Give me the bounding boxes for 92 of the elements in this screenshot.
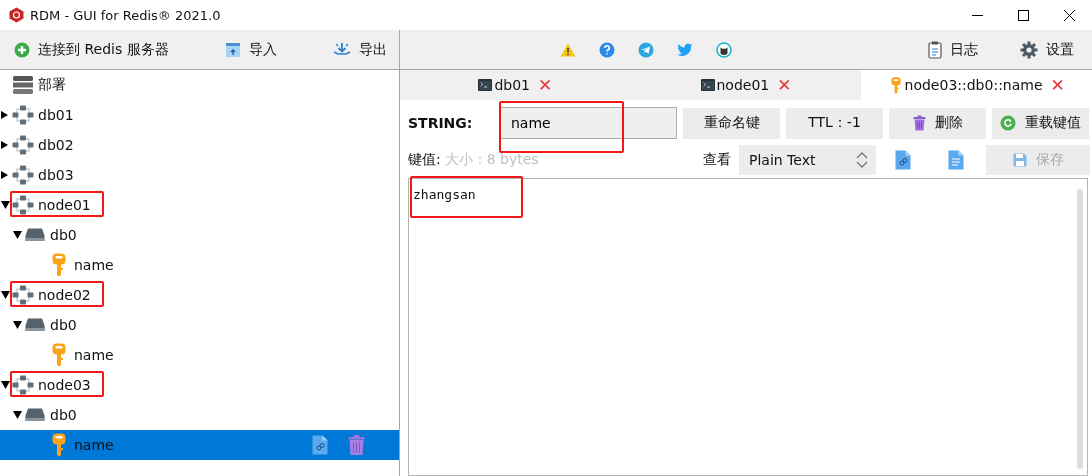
tree-item[interactable]: db03 <box>0 160 399 190</box>
document-link-icon[interactable] <box>312 435 328 455</box>
expanded-arrow-icon[interactable] <box>0 201 10 209</box>
tree-item[interactable]: node01 <box>0 190 399 220</box>
network-icon <box>12 135 34 155</box>
cat-circle-icon[interactable] <box>716 41 732 58</box>
view-label: 查看 <box>703 151 731 169</box>
view-mode-select[interactable]: Plain Text <box>739 145 876 175</box>
paper-plane-icon[interactable] <box>638 41 654 58</box>
item-label: db0 <box>50 407 77 423</box>
tree-item[interactable]: name <box>0 340 399 370</box>
item-label: 部署 <box>38 76 66 94</box>
toolbar-button[interactable]: 重载键值 <box>992 107 1089 139</box>
close-tab-icon[interactable]: ✕ <box>538 76 553 94</box>
warning-icon[interactable] <box>560 42 576 57</box>
terminal-icon <box>700 79 715 91</box>
toolbar-button[interactable]: 设置 <box>1014 34 1080 65</box>
stack-icon <box>13 76 33 94</box>
item-label: name <box>74 257 114 273</box>
tree-item[interactable]: 部署 <box>0 70 399 100</box>
toolbar-button[interactable]: 连接到 Redis 服务器 <box>8 34 175 65</box>
network-icon <box>12 195 34 215</box>
scrollbar[interactable] <box>1077 189 1083 469</box>
tree-item[interactable]: db01 <box>0 100 399 130</box>
item-label: name <box>74 347 114 363</box>
item-label: name <box>74 437 114 453</box>
item-label: db03 <box>38 167 74 183</box>
type-label: STRING: <box>408 115 474 131</box>
toolbar-button[interactable]: 重命名键 <box>683 107 780 139</box>
up-down-chevron-icon <box>856 151 868 169</box>
item-label: node01 <box>38 197 91 213</box>
expanded-arrow-icon[interactable] <box>12 321 22 329</box>
download-tray-icon <box>333 41 351 58</box>
key-icon <box>52 433 66 457</box>
item-label: db0 <box>50 317 77 333</box>
expanded-arrow-icon[interactable] <box>0 381 10 389</box>
close-tab-icon[interactable]: ✕ <box>777 76 792 94</box>
drive-icon <box>25 318 45 332</box>
tree-item[interactable]: db0 <box>0 310 399 340</box>
tab[interactable]: node03::db0::name ✕ <box>861 70 1092 100</box>
minimize-icon[interactable] <box>971 14 983 16</box>
size-label: 大小：8 bytes <box>444 151 539 169</box>
key-icon <box>888 76 903 94</box>
tree-item[interactable]: db0 <box>0 220 399 250</box>
document-link-icon[interactable] <box>894 150 911 170</box>
collapsed-arrow-icon[interactable] <box>0 141 10 149</box>
trash-icon <box>912 115 926 131</box>
toolbar-button[interactable]: TTL：-1 <box>786 107 883 139</box>
toolbar-button[interactable]: 导入 <box>218 34 283 65</box>
expanded-arrow-icon[interactable] <box>0 291 10 299</box>
tree-item[interactable]: name <box>0 430 399 460</box>
network-icon <box>12 105 34 125</box>
tree-item[interactable]: node02 <box>0 280 399 310</box>
toolbar-button[interactable]: 删除 <box>889 107 986 139</box>
tree-item[interactable]: node03 <box>0 370 399 400</box>
tree-item[interactable]: name <box>0 250 399 280</box>
item-label: db0 <box>50 227 77 243</box>
terminal-icon <box>478 79 493 91</box>
drive-icon <box>25 408 45 422</box>
toolbar-button[interactable]: 导出 <box>327 34 393 65</box>
window-title: RDM - GUI for Redis® 2021.0 <box>30 7 221 23</box>
key-icon <box>52 343 66 367</box>
key-icon <box>52 253 66 277</box>
network-icon <box>12 165 34 185</box>
item-label: node02 <box>38 287 91 303</box>
reload-icon <box>1000 115 1016 131</box>
value-text-area[interactable]: zhangsan <box>408 178 1088 476</box>
item-label: db01 <box>38 107 74 123</box>
item-label: db02 <box>38 137 74 153</box>
app-logo-icon <box>9 7 24 23</box>
network-icon <box>12 375 34 395</box>
drive-icon <box>25 228 45 242</box>
toolbar-button[interactable]: 日志 <box>922 34 984 65</box>
network-icon <box>12 285 34 305</box>
expanded-arrow-icon[interactable] <box>12 231 22 239</box>
settings-icon <box>1020 40 1038 59</box>
help-icon[interactable] <box>599 41 615 58</box>
maximize-icon[interactable] <box>1017 9 1029 21</box>
collapsed-arrow-icon[interactable] <box>0 171 10 179</box>
close-icon[interactable] <box>1063 9 1075 21</box>
key-name-field[interactable]: name <box>500 107 677 139</box>
document-icon[interactable] <box>947 150 964 170</box>
item-label: node03 <box>38 377 91 393</box>
value-text: zhangsan <box>412 186 477 204</box>
tree-item[interactable]: db02 <box>0 130 399 160</box>
plus-circle-icon <box>14 41 30 58</box>
expanded-arrow-icon[interactable] <box>12 411 22 419</box>
collapsed-arrow-icon[interactable] <box>0 111 10 119</box>
value-label: 键值: <box>408 151 441 169</box>
close-tab-icon[interactable]: ✕ <box>1050 76 1065 94</box>
clipboard-icon <box>928 40 942 59</box>
tree-item[interactable]: db0 <box>0 400 399 430</box>
